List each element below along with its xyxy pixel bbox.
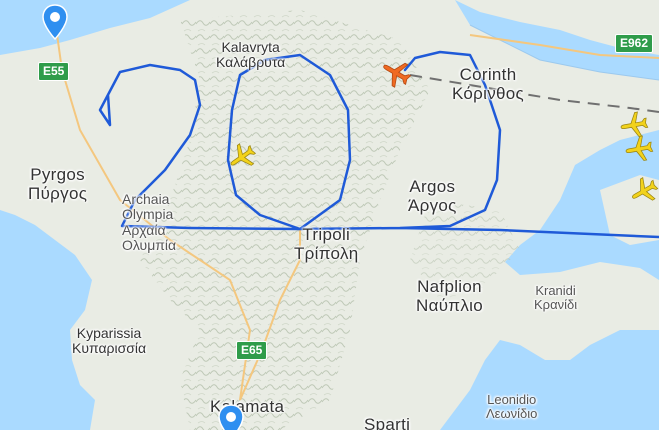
place-label-argos[interactable]: Argos Άργος bbox=[408, 177, 457, 215]
place-name-greek: Κόρινθος bbox=[452, 83, 525, 103]
airplane-icon[interactable] bbox=[629, 176, 659, 206]
place-name-latin: Sparti bbox=[364, 415, 411, 430]
place-name-latin: Corinth bbox=[459, 65, 517, 84]
place-label-kranidi[interactable]: Kranidi Κρανίδι bbox=[534, 283, 578, 313]
airplane-icon[interactable] bbox=[227, 142, 257, 172]
road-shield-e55: E55 bbox=[38, 62, 70, 81]
place-label-archaia-olympia[interactable]: Archaia Olympia Αρχαία Ολυμπία bbox=[122, 191, 177, 254]
place-label-kalavryta[interactable]: Kalavryta Καλάβρυτα bbox=[216, 39, 286, 71]
place-name-greek: Καλάβρυτα bbox=[216, 54, 286, 71]
place-label-kyparissia[interactable]: Kyparissia Κυπαρισσία bbox=[72, 325, 147, 357]
place-name-latin: Archaia Olympia bbox=[122, 191, 174, 223]
airplane-icon[interactable] bbox=[380, 57, 412, 89]
place-label-pyrgos[interactable]: Pyrgos Πύργος bbox=[28, 165, 88, 203]
map-base bbox=[0, 0, 659, 430]
place-name-latin: Pyrgos bbox=[30, 165, 85, 184]
place-name-greek: Κυπαρισσία bbox=[72, 340, 147, 357]
place-name-greek: Λεωνίδιο bbox=[486, 406, 538, 422]
place-label-tripoli[interactable]: Tripoli Τρίπολη bbox=[294, 225, 359, 263]
place-name-greek: Τρίπολη bbox=[294, 243, 359, 263]
place-name-greek: Πύργος bbox=[28, 183, 88, 203]
place-label-nafplion[interactable]: Nafplion Ναύπλιο bbox=[416, 277, 483, 315]
place-name-greek: Άργος bbox=[408, 195, 457, 215]
location-pin-icon[interactable] bbox=[42, 4, 68, 40]
map-view[interactable]: E55 E962 E65 Kalavryta Καλάβρυτα Corinth… bbox=[0, 0, 659, 430]
place-name-latin: Argos bbox=[409, 177, 456, 196]
place-name-latin: Nafplion bbox=[417, 277, 482, 296]
place-label-leonidio[interactable]: Leonidio Λεωνίδιο bbox=[486, 392, 538, 422]
place-name-greek: Αρχαία Ολυμπία bbox=[122, 221, 177, 254]
road-shield-e962: E962 bbox=[615, 34, 654, 53]
place-label-sparti[interactable]: Sparti bbox=[364, 415, 411, 430]
place-name-greek: Κρανίδι bbox=[534, 297, 578, 313]
place-label-corinth[interactable]: Corinth Κόρινθος bbox=[452, 65, 525, 103]
place-name-greek: Ναύπλιο bbox=[416, 295, 483, 315]
location-pin-icon[interactable] bbox=[218, 404, 244, 430]
airplane-icon[interactable] bbox=[624, 134, 654, 164]
place-name-latin: Tripoli bbox=[302, 225, 351, 244]
road-shield-e65: E65 bbox=[236, 341, 268, 360]
